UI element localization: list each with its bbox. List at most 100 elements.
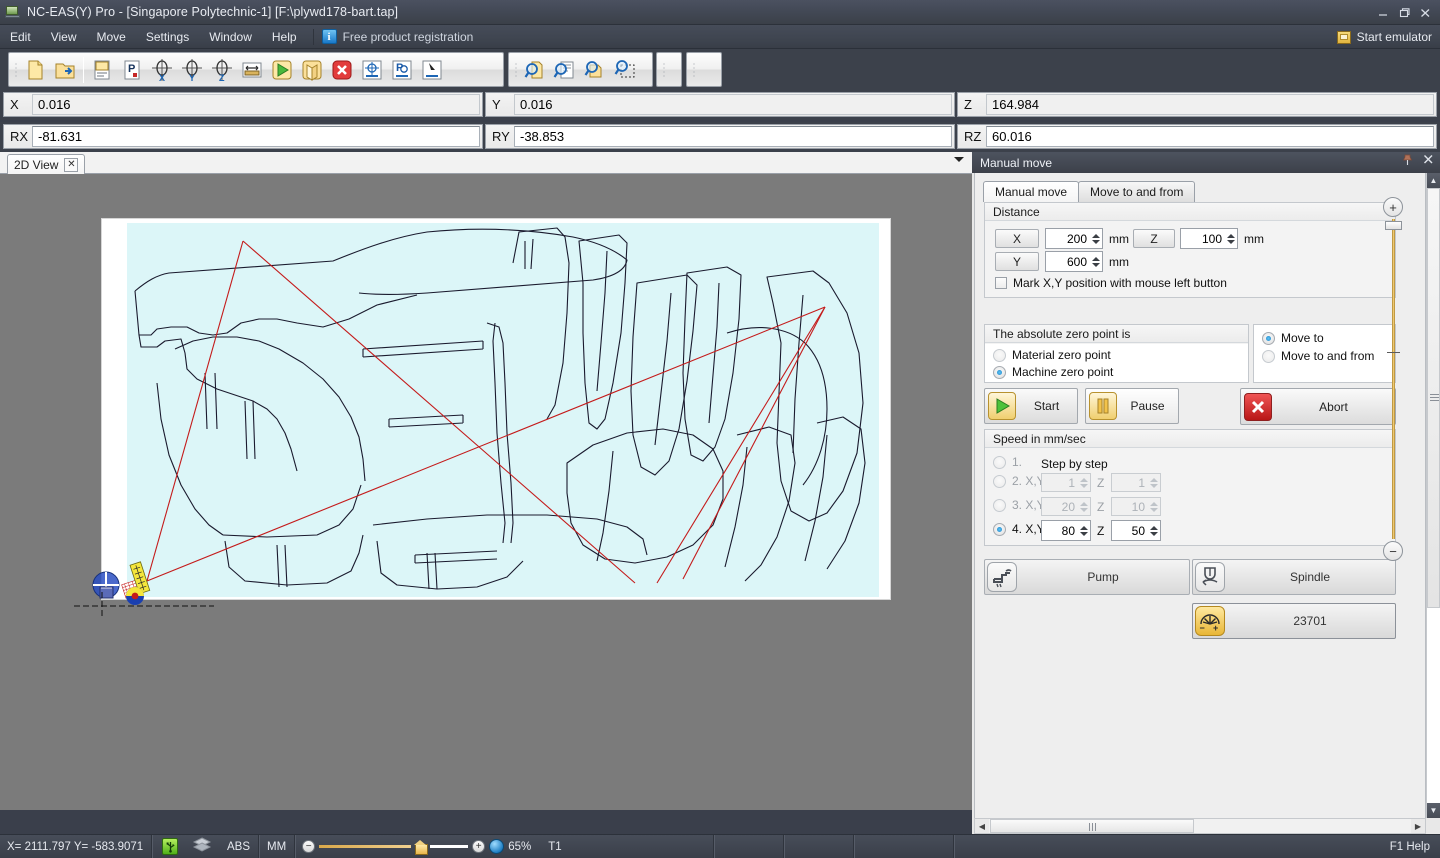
- open-file-icon[interactable]: [50, 55, 80, 84]
- speed-z-input-4[interactable]: 50: [1111, 520, 1161, 541]
- status-usb-cell[interactable]: [152, 835, 185, 858]
- coord-rx-input[interactable]: -81.631: [32, 126, 480, 147]
- new-file-icon[interactable]: [20, 55, 50, 84]
- radio-move-to-and-from[interactable]: Move to and from: [1262, 349, 1374, 363]
- distance-z-button[interactable]: Z: [1133, 229, 1175, 248]
- speed-row-1[interactable]: 1.: [993, 455, 1022, 469]
- toolbar-grip-empty-1[interactable]: [660, 57, 668, 83]
- status-layers-cell[interactable]: [185, 835, 219, 858]
- speed-radio-3[interactable]: [993, 498, 1006, 512]
- zoom-slider-track-left[interactable]: [319, 845, 412, 848]
- panel-zoom-slider[interactable]: + −: [1381, 197, 1409, 567]
- zoom-window-icon[interactable]: [610, 55, 640, 84]
- tab-manual-move[interactable]: Manual move: [983, 181, 1080, 202]
- status-help-cell[interactable]: F1 Help: [1384, 835, 1436, 858]
- speed-radio-2[interactable]: [993, 474, 1006, 488]
- spindle-button[interactable]: Spindle: [1192, 559, 1396, 595]
- panel-scroll-thumb[interactable]: [1427, 188, 1440, 608]
- zoom-in-icon[interactable]: +: [472, 840, 486, 853]
- laser-power-button[interactable]: − + 23701: [1192, 603, 1396, 639]
- panel-scroll-down-icon[interactable]: ▼: [1427, 803, 1440, 818]
- zoom-object-icon[interactable]: [580, 55, 610, 84]
- toolbar-grip[interactable]: [12, 57, 20, 83]
- menu-item-window[interactable]: Window: [199, 27, 262, 47]
- status-tool-cell[interactable]: T1: [538, 834, 715, 858]
- park-icon[interactable]: P: [387, 55, 417, 84]
- pause-button[interactable]: Pause: [1085, 388, 1179, 424]
- simulate-icon[interactable]: [297, 55, 327, 84]
- radio-move-to-indicator[interactable]: [1262, 331, 1275, 345]
- speed-row-4[interactable]: 4. X,Y: [993, 522, 1045, 536]
- status-zoom-slider[interactable]: − + 65%: [295, 835, 538, 858]
- status-mode-cell[interactable]: ABS: [219, 834, 260, 858]
- panel-close-icon[interactable]: [1423, 154, 1434, 169]
- zoom-out-icon[interactable]: −: [1383, 541, 1403, 561]
- abort-button[interactable]: Abort: [1240, 388, 1396, 425]
- zoom-slider-track[interactable]: [1392, 219, 1395, 539]
- panel-scroll-up-icon[interactable]: ▲: [1427, 173, 1440, 188]
- panel-horizontal-scrollbar[interactable]: ◀ ▶: [974, 818, 1426, 834]
- zero-x-icon[interactable]: X: [147, 55, 177, 84]
- speed-xy-input-4[interactable]: 80: [1041, 520, 1091, 541]
- close-button[interactable]: [1415, 4, 1436, 22]
- menu-item-settings[interactable]: Settings: [136, 27, 199, 47]
- start-button[interactable]: Start: [984, 388, 1078, 424]
- zero-y-icon[interactable]: Y: [177, 55, 207, 84]
- zoom-fit-icon[interactable]: [550, 55, 580, 84]
- distance-x-input[interactable]: 200: [1045, 228, 1103, 249]
- radio-material-zero-point-indicator[interactable]: [993, 348, 1006, 362]
- stop-icon[interactable]: [327, 55, 357, 84]
- menu-item-help[interactable]: Help: [262, 27, 307, 47]
- panel-h-scroll-thumb[interactable]: [990, 819, 1194, 833]
- zoom-slider-handle[interactable]: [1385, 221, 1402, 230]
- run-icon[interactable]: [267, 55, 297, 84]
- speed-radio-4[interactable]: [993, 522, 1006, 536]
- mark-position-checkbox[interactable]: [995, 277, 1007, 289]
- panel-scroll-left-icon[interactable]: ◀: [975, 819, 989, 833]
- distance-y-button[interactable]: Y: [995, 252, 1039, 271]
- minimize-button[interactable]: [1373, 4, 1394, 22]
- tool-change-icon[interactable]: [417, 55, 447, 84]
- chevron-down-icon[interactable]: [954, 157, 964, 162]
- zero-z-icon[interactable]: Z: [207, 55, 237, 84]
- coord-ry-input[interactable]: -38.853: [514, 126, 952, 147]
- measure-icon[interactable]: [237, 55, 267, 84]
- menu-item-view[interactable]: View: [41, 27, 87, 47]
- start-emulator-button[interactable]: Start emulator: [1336, 28, 1432, 46]
- home-marker-icon[interactable]: [414, 840, 429, 855]
- import-dxf-icon[interactable]: [87, 55, 117, 84]
- menu-item-move[interactable]: Move: [86, 27, 135, 47]
- distance-y-input[interactable]: 600: [1045, 251, 1103, 272]
- panel-scroll-right-icon[interactable]: ▶: [1411, 819, 1425, 833]
- radio-material-zero-point[interactable]: Material zero point: [993, 348, 1111, 362]
- close-icon[interactable]: ✕: [64, 157, 79, 172]
- radio-move-to-and-from-indicator[interactable]: [1262, 349, 1275, 363]
- drawing-canvas[interactable]: [0, 174, 972, 810]
- reference-icon[interactable]: [357, 55, 387, 84]
- zoom-out-icon[interactable]: −: [302, 840, 316, 853]
- distance-z-input[interactable]: 100: [1180, 228, 1238, 249]
- tab-2d-view[interactable]: 2D View ✕: [7, 154, 86, 174]
- globe-icon[interactable]: [489, 839, 505, 854]
- pump-button[interactable]: Pump: [984, 559, 1190, 595]
- zoom-in-icon[interactable]: +: [1383, 197, 1403, 217]
- toolbar-grip-empty-2[interactable]: [690, 57, 698, 83]
- status-units-cell[interactable]: MM: [259, 834, 296, 858]
- zoom-page-icon[interactable]: [520, 55, 550, 84]
- toolbar-grip-zoom[interactable]: [512, 57, 520, 83]
- tab-move-to-and-from[interactable]: Move to and from: [1078, 181, 1196, 202]
- radio-machine-zero-point[interactable]: Machine zero point: [993, 365, 1113, 379]
- zoom-slider-track-right[interactable]: [430, 845, 469, 848]
- maximize-button[interactable]: [1394, 4, 1415, 22]
- free-product-registration[interactable]: i Free product registration: [320, 29, 473, 44]
- parameters-icon[interactable]: P: [117, 55, 147, 84]
- speed-row-3[interactable]: 3. X,Y: [993, 498, 1045, 512]
- speed-row-2[interactable]: 2. X,Y: [993, 474, 1045, 488]
- speed-radio-1[interactable]: [993, 455, 1006, 469]
- mark-position-checkbox-row[interactable]: Mark X,Y position with mouse left button: [995, 276, 1227, 290]
- radio-machine-zero-point-indicator[interactable]: [993, 365, 1006, 379]
- radio-move-to[interactable]: Move to: [1262, 331, 1324, 345]
- coord-rz-input[interactable]: 60.016: [986, 126, 1434, 147]
- pin-icon[interactable]: [1402, 154, 1413, 169]
- panel-vertical-scrollbar[interactable]: ▲ ▼: [1426, 173, 1440, 818]
